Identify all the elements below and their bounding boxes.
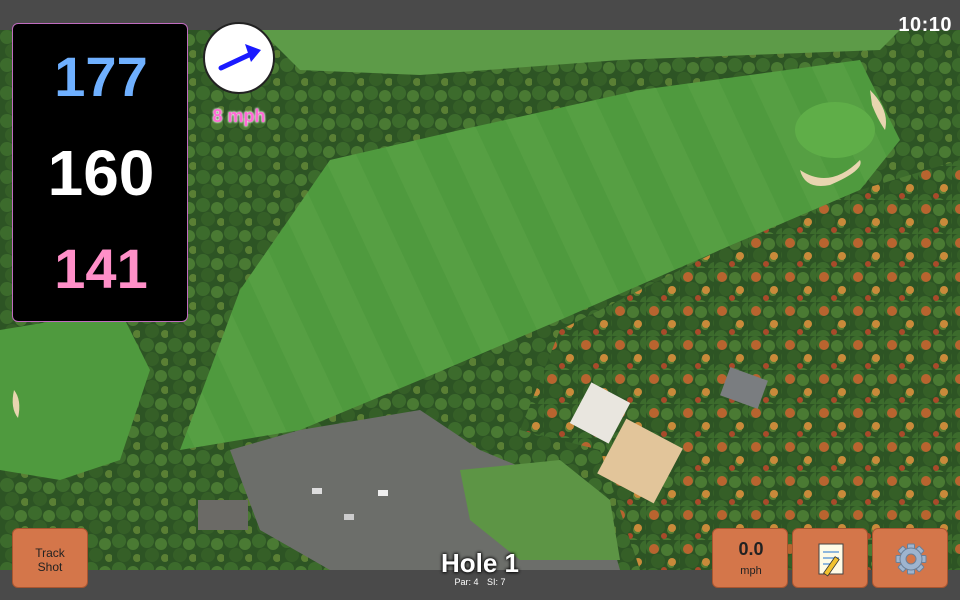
- settings-button[interactable]: [872, 528, 948, 588]
- back-yardage: 177: [54, 45, 148, 108]
- stroke-index-label: SI: 7: [487, 577, 506, 587]
- middle-yardage: 160: [47, 137, 155, 209]
- wind-speed-button[interactable]: 0.0 mph: [712, 528, 788, 588]
- yardage-panel: 177 160 141: [12, 23, 188, 322]
- track-shot-label-line1: Track: [35, 546, 65, 560]
- par-label: Par: 4: [454, 577, 479, 587]
- clock: 10:10: [898, 14, 952, 36]
- wind-direction-indicator: [203, 22, 275, 94]
- wind-arrow-icon: [218, 44, 261, 71]
- wind-speed-value: 0.0: [738, 539, 764, 559]
- wind-speed-label: 8 mph: [212, 106, 266, 126]
- front-yardage: 141: [54, 237, 148, 300]
- notes-button[interactable]: [792, 528, 868, 588]
- track-shot-button[interactable]: Track Shot: [12, 528, 88, 588]
- hole-title: Hole 1: [440, 548, 520, 578]
- notepad-icon: [818, 543, 844, 577]
- wind-speed-unit: mph: [740, 565, 762, 577]
- hole-info: Par: 4 SI: 7: [380, 577, 580, 587]
- gear-icon: [895, 543, 927, 575]
- track-shot-label-line2: Shot: [37, 560, 63, 574]
